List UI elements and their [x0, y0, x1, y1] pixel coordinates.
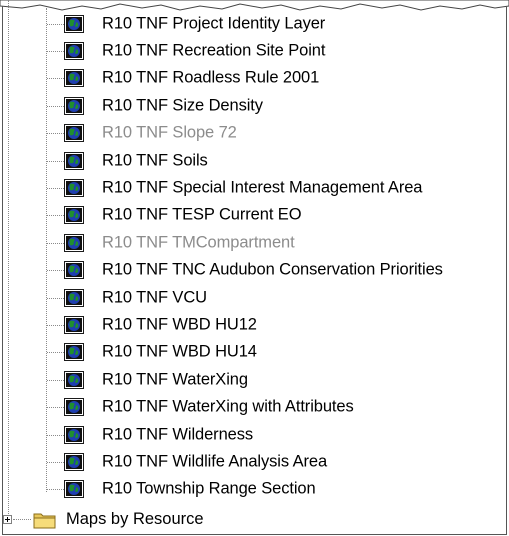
tree-connector — [47, 78, 64, 80]
layer-globe-icon — [64, 151, 84, 170]
tree-connector — [47, 160, 64, 162]
layer-label: R10 TNF Slope 72 — [102, 123, 237, 142]
tree-layer-item[interactable]: R10 TNF WBD HU14 — [0, 339, 509, 366]
layer-globe-icon — [64, 42, 84, 61]
layer-label: R10 TNF WaterXing with Attributes — [102, 397, 354, 416]
layer-tree-panel: R10 TNF Project Identity Layer R10 TNF Re… — [0, 0, 509, 536]
layer-label: R10 TNF Size Density — [102, 96, 263, 115]
tree-layer-item[interactable]: R10 TNF Roadless Rule 2001 — [0, 65, 509, 92]
tree-connector — [47, 434, 64, 436]
tree-layer-item[interactable]: R10 TNF TESP Current EO — [0, 202, 509, 229]
layer-label: R10 TNF WaterXing — [102, 370, 248, 389]
tree-connector — [47, 297, 64, 299]
tree-layer-item[interactable]: R10 TNF WBD HU12 — [0, 311, 509, 338]
tree-connector — [47, 270, 64, 272]
layer-label: R10 TNF WBD HU14 — [102, 342, 257, 361]
tree-layer-item[interactable]: R10 TNF TNC Audubon Conservation Priorit… — [0, 257, 509, 284]
layer-label: R10 TNF Wildlife Analysis Area — [102, 452, 328, 471]
tree-layer-item[interactable]: R10 TNF WaterXing — [0, 366, 509, 393]
tree-layer-item[interactable]: R10 TNF Slope 72 — [0, 120, 509, 147]
tree-connector — [47, 242, 64, 244]
layer-label: R10 TNF Soils — [102, 151, 208, 170]
tree-layer-item[interactable]: R10 TNF Size Density — [0, 92, 509, 119]
layer-globe-icon — [64, 343, 84, 362]
layer-globe-icon — [64, 233, 84, 252]
tree-connector — [47, 105, 64, 107]
tree-connector — [47, 324, 64, 326]
layer-globe-icon — [64, 261, 84, 280]
layer-globe-icon — [64, 179, 84, 198]
layer-globe-icon — [64, 124, 84, 143]
layer-globe-icon — [64, 206, 84, 225]
layer-label: R10 TNF Recreation Site Point — [102, 41, 326, 60]
expand-plus-icon[interactable] — [3, 515, 12, 524]
layer-globe-icon — [64, 315, 84, 334]
tree-layer-item[interactable]: R10 TNF VCU — [0, 284, 509, 311]
tree-connector — [47, 379, 64, 381]
folder-label: Maps by Resource — [66, 510, 204, 528]
layer-label: R10 TNF TNC Audubon Conservation Priorit… — [102, 260, 443, 279]
layer-label: R10 TNF Wilderness — [102, 425, 254, 444]
panel-border-bottom — [2, 534, 507, 535]
layer-globe-icon — [64, 398, 84, 417]
tree-connector — [47, 133, 64, 135]
layer-label: R10 TNF TESP Current EO — [102, 205, 302, 224]
tree-layer-item[interactable]: R10 TNF Recreation Site Point — [0, 37, 509, 64]
layer-globe-icon — [64, 288, 84, 307]
tree-layer-item[interactable]: R10 TNF Special Interest Management Area — [0, 174, 509, 201]
tree-connector — [47, 352, 64, 354]
layer-globe-icon — [64, 452, 84, 471]
tree-layer-item[interactable]: R10 Township Range Section — [0, 476, 509, 503]
tree-connector — [47, 23, 64, 25]
layer-globe-icon — [64, 14, 84, 33]
tree-folder-maps-by-resource[interactable]: Maps by Resource — [0, 508, 509, 532]
tree-connector — [47, 215, 64, 217]
tree-connector — [13, 519, 31, 520]
layer-label: R10 TNF VCU — [102, 288, 207, 307]
tree-connector — [47, 489, 64, 491]
layer-globe-icon — [64, 69, 84, 88]
tree-layer-item[interactable]: R10 TNF Project Identity Layer — [0, 10, 509, 37]
tree-connector — [47, 407, 64, 409]
layer-globe-icon — [64, 480, 84, 499]
tree-layer-item[interactable]: R10 TNF Wildlife Analysis Area — [0, 448, 509, 475]
layer-label: R10 Township Range Section — [102, 479, 316, 498]
layer-label: R10 TNF Project Identity Layer — [102, 14, 326, 33]
layer-globe-icon — [64, 370, 84, 389]
tree-layer-item[interactable]: R10 TNF TMCompartment — [0, 229, 509, 256]
layer-label: R10 TNF Special Interest Management Area — [102, 178, 423, 197]
layer-label: R10 TNF TMCompartment — [102, 233, 295, 252]
layer-list: R10 TNF Project Identity Layer R10 TNF Re… — [0, 10, 509, 503]
tree-layer-item[interactable]: R10 TNF Wilderness — [0, 421, 509, 448]
tree-connector — [47, 188, 64, 190]
tree-layer-item[interactable]: R10 TNF Soils — [0, 147, 509, 174]
layer-label: R10 TNF Roadless Rule 2001 — [102, 68, 320, 87]
layer-globe-icon — [64, 425, 84, 444]
layer-label: R10 TNF WBD HU12 — [102, 315, 257, 334]
layer-globe-icon — [64, 96, 84, 115]
tree-connector — [47, 461, 64, 463]
folder-icon — [33, 513, 56, 529]
tree-connector — [47, 51, 64, 53]
tree-layer-item[interactable]: R10 TNF WaterXing with Attributes — [0, 393, 509, 420]
